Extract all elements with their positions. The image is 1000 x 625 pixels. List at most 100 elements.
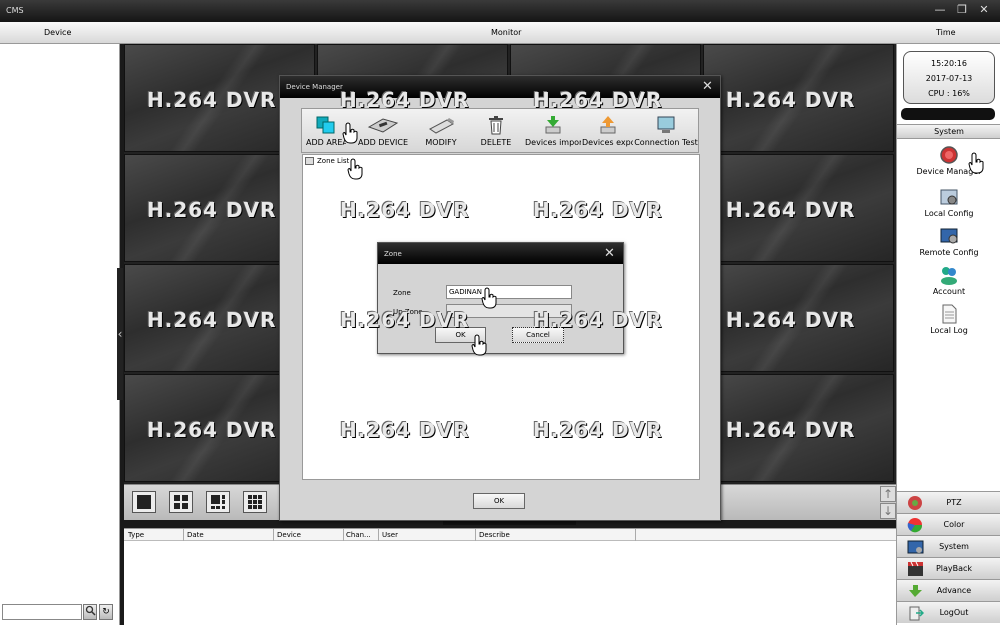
add-device-icon [367,115,399,135]
page-down-icon[interactable]: ↓ [880,503,896,519]
delete-button[interactable]: DELETE [478,115,514,153]
video-channel-cell[interactable]: H.264 DVR [703,374,894,482]
dvr-placeholder-text: H.264 DVR [726,88,856,112]
logout-icon [907,605,925,621]
refresh-icon: ↻ [102,607,110,617]
ptz-icon [907,495,924,511]
local-config-button[interactable]: Local Config [897,187,1000,218]
layout-1-icon [137,495,151,509]
logout-label: LogOut [939,608,969,617]
modify-label: MODIFY [425,138,457,147]
log-table-header: Type Date Device Chan... User Describe [124,529,896,541]
close-icon[interactable]: ✕ [604,246,615,261]
logout-button[interactable]: LogOut [897,601,1000,623]
device-manager-toolbar: ADD AREA ADD DEVICE MODIFY DELETE Device… [301,108,699,153]
connection-test-icon [656,115,676,135]
layout-1-button[interactable] [132,491,156,513]
devices-import-button[interactable]: Devices import [525,115,581,153]
devices-export-button[interactable]: Devices export [582,115,633,153]
layout-4-icon [174,495,188,509]
local-config-icon [939,187,959,207]
delete-label: DELETE [480,138,512,147]
device-manager-ok-button[interactable]: OK [473,493,525,509]
zone-dialog: Zone ✕ Zone GADINAN Up Zone OK Cancel [377,242,624,354]
zone-list-label: Zone List [317,157,350,165]
dvr-placeholder-text: H.264 DVR [533,308,663,332]
column-header-date[interactable]: Date [187,531,204,539]
cpu-usage: CPU : 16% [928,89,970,98]
remote-config-label: Remote Config [919,248,979,257]
device-tree-panel[interactable] [0,44,120,625]
color-label: Color [943,520,965,529]
close-icon[interactable]: ✕ [978,4,990,16]
zone-list-root[interactable]: Zone List [305,157,349,165]
export-icon [598,115,618,135]
minimize-icon[interactable]: — [934,4,946,16]
modify-button[interactable]: MODIFY [422,115,460,153]
column-header-type[interactable]: Type [128,531,144,539]
system-menu-button[interactable]: System [897,535,1000,557]
dvr-placeholder-text: H.264 DVR [147,88,277,112]
color-button[interactable]: Color [897,513,1000,535]
remote-config-icon [939,226,959,246]
column-header-describe[interactable]: Describe [479,531,510,539]
account-button[interactable]: Account [897,265,1000,296]
system-menu-label: System [939,542,969,551]
clock-display: 15:20:16 2017-07-13 CPU : 16% [903,51,995,104]
refresh-button[interactable]: ↻ [99,604,113,620]
dvr-placeholder-text: H.264 DVR [340,308,470,332]
search-icon [85,605,96,616]
right-control-panel: 15:20:16 2017-07-13 CPU : 16% System Dev… [896,44,1000,625]
devices-export-label: Devices export [582,138,633,147]
close-icon[interactable]: ✕ [702,79,713,94]
playback-icon [907,561,924,577]
system-icon [907,539,924,555]
zone-label: Zone [393,289,411,297]
advance-button[interactable]: Advance [897,579,1000,601]
connection-test-label: Connection Test [634,138,698,147]
local-log-icon [939,304,959,324]
column-header-user[interactable]: User [382,531,398,539]
account-label: Account [932,287,966,296]
dvr-placeholder-text: H.264 DVR [340,198,470,222]
local-log-button[interactable]: Local Log [897,304,1000,335]
video-channel-cell[interactable]: H.264 DVR [703,264,894,372]
dvr-placeholder-text: H.264 DVR [147,308,277,332]
add-device-button[interactable]: ADD DEVICE [358,115,408,153]
monitor-section-header: Monitor [491,28,522,37]
devices-import-label: Devices import [525,138,581,147]
dvr-placeholder-text: H.264 DVR [726,198,856,222]
layout-9-button[interactable] [243,491,267,513]
account-icon [939,265,959,285]
collapse-panel-handle[interactable]: ‹ [117,268,123,400]
dvr-placeholder-text: H.264 DVR [147,418,277,442]
status-bar [901,108,995,120]
device-search-input[interactable] [2,604,82,620]
dvr-placeholder-text: H.264 DVR [533,198,663,222]
video-channel-cell[interactable]: H.264 DVR [703,154,894,262]
ptz-button[interactable]: PTZ [897,491,1000,513]
restore-icon[interactable]: ❐ [956,4,968,16]
dvr-placeholder-text: H.264 DVR [147,198,277,222]
import-icon [543,115,563,135]
device-manager-button[interactable]: Device Manager [897,145,1000,176]
dvr-placeholder-text: H.264 DVR [533,88,663,112]
zone-name-field[interactable]: GADINAN [446,285,572,299]
add-area-label: ADD AREA [306,138,346,147]
local-config-label: Local Config [924,209,974,218]
playback-button[interactable]: PlayBack [897,557,1000,579]
video-channel-cell[interactable]: H.264 DVR [703,44,894,152]
system-header[interactable]: System [897,124,1000,139]
app-title: CMS [6,6,24,15]
page-up-icon[interactable]: ↑ [880,486,896,502]
connection-test-button[interactable]: Connection Test [634,115,698,153]
delete-icon [486,115,506,135]
remote-config-button[interactable]: Remote Config [897,226,1000,257]
layout-4-button[interactable] [169,491,193,513]
column-header-channel[interactable]: Chan... [346,531,371,539]
search-button[interactable] [83,604,97,620]
zone-dialog-titlebar: Zone ✕ [378,243,623,264]
column-header-device[interactable]: Device [277,531,301,539]
layout-6-button[interactable] [206,491,230,513]
add-area-button[interactable]: ADD AREA [306,115,346,153]
